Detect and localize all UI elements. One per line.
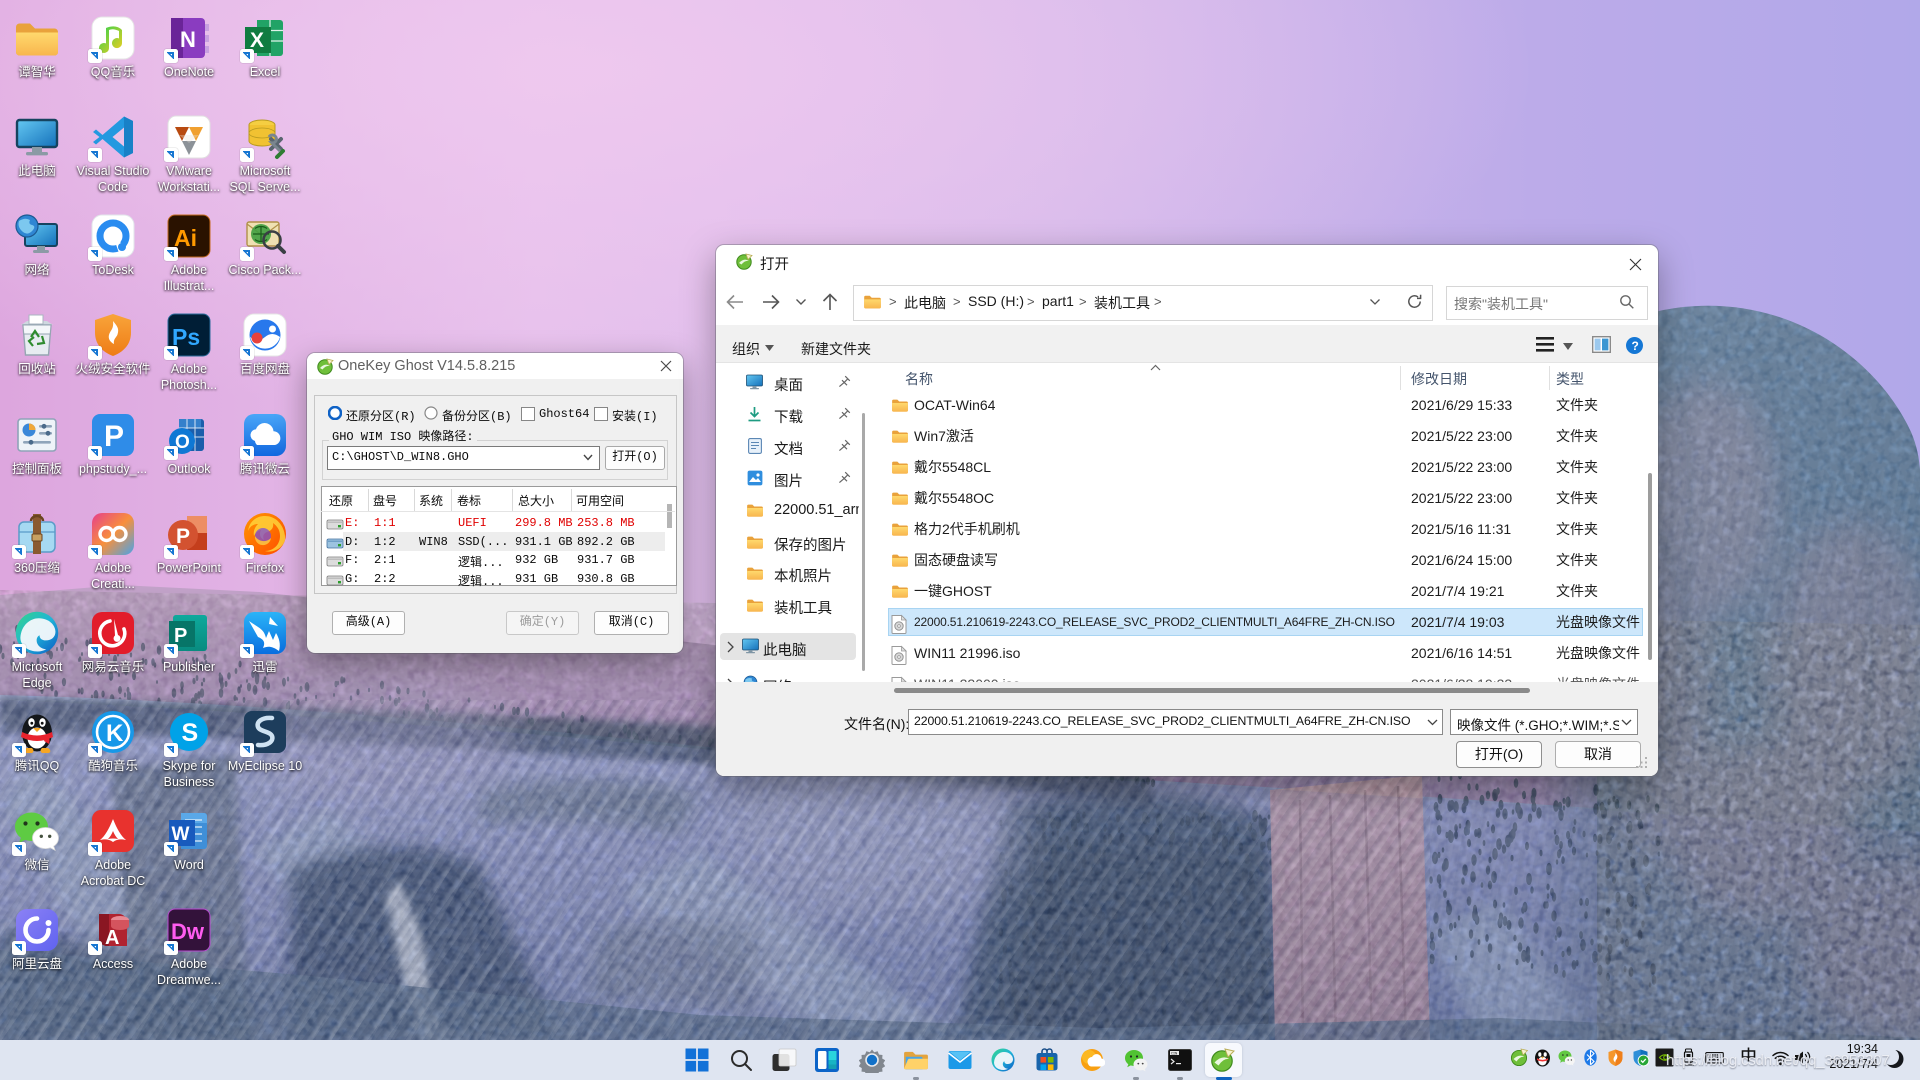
svg-text:P: P — [176, 525, 190, 548]
svg-text:CIN: CIN — [1171, 1053, 1177, 1057]
svg-text:K: K — [106, 720, 124, 747]
svg-text:S: S — [182, 719, 199, 747]
svg-text:P: P — [104, 420, 124, 453]
svg-text:N: N — [180, 27, 196, 52]
svg-text:A: A — [105, 927, 119, 949]
